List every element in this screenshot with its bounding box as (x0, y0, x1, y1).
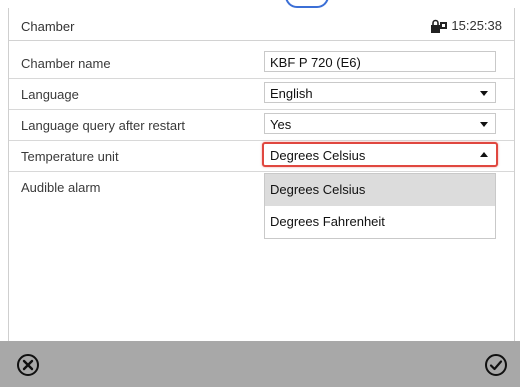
lock-icon (431, 19, 448, 33)
chevron-up-icon (480, 152, 488, 157)
footer-bar (0, 341, 520, 387)
language-label: Language (21, 87, 79, 102)
language-query-value: Yes (270, 117, 292, 132)
page-title: Chamber (21, 19, 75, 34)
audible-alarm-label: Audible alarm (21, 180, 101, 195)
temperature-unit-value: Degrees Celsius (270, 148, 366, 163)
temperature-unit-dropdown: Degrees Celsius Degrees Fahrenheit (264, 173, 496, 239)
language-select[interactable]: English (264, 82, 496, 103)
temperature-unit-label: Temperature unit (21, 149, 119, 164)
dropdown-option-fahrenheit[interactable]: Degrees Fahrenheit (265, 206, 495, 238)
row-language-query: Language query after restart Yes (9, 110, 514, 141)
row-temperature-unit: Temperature unit Degrees Celsius (9, 141, 514, 172)
temperature-unit-select[interactable]: Degrees Celsius (262, 142, 498, 167)
chamber-name-value: KBF P 720 (E6) (270, 55, 361, 70)
clock-area: 15:25:38 (431, 18, 502, 33)
chamber-name-label: Chamber name (21, 56, 111, 71)
header-bar: Chamber 15:25:38 (9, 14, 514, 41)
language-value: English (270, 86, 313, 101)
clock-time: 15:25:38 (451, 18, 502, 33)
chamber-name-field[interactable]: KBF P 720 (E6) (264, 51, 496, 72)
chevron-down-icon (480, 91, 488, 96)
language-query-label: Language query after restart (21, 118, 186, 133)
dropdown-option-celsius[interactable]: Degrees Celsius (265, 174, 495, 206)
language-query-select[interactable]: Yes (264, 113, 496, 134)
chevron-down-icon (480, 122, 488, 127)
brand-decoration (285, 0, 329, 8)
settings-screen: Chamber 15:25:38 Chamber name KBF P 720 … (8, 8, 515, 341)
row-language: Language English (9, 79, 514, 110)
confirm-icon[interactable] (484, 353, 508, 377)
row-chamber-name: Chamber name KBF P 720 (E6) (9, 48, 514, 79)
cancel-icon[interactable] (16, 353, 40, 377)
